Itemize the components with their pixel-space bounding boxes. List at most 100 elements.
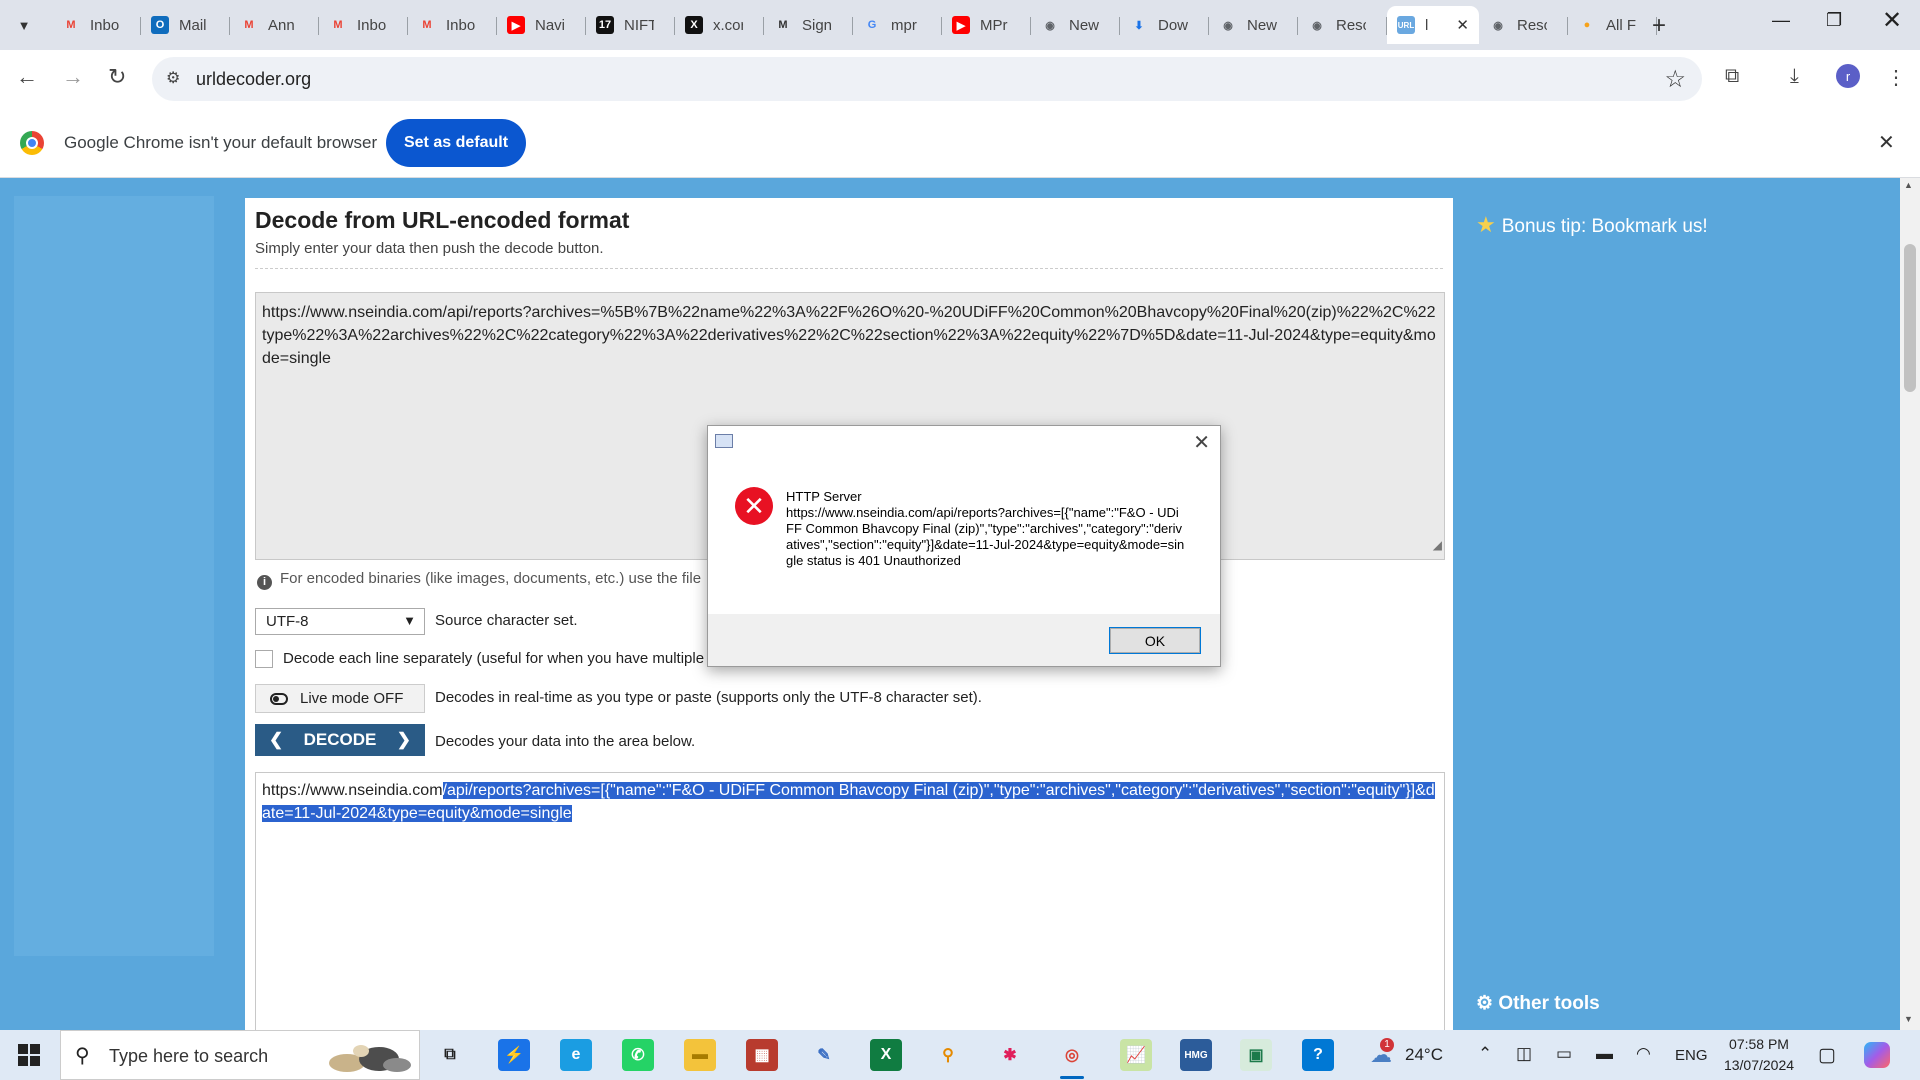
restore-button[interactable]: ❐ xyxy=(1826,10,1842,31)
browser-tab[interactable]: Xx.cor xyxy=(675,6,764,44)
tab-title: Reso xyxy=(1336,16,1366,34)
downloads-icon[interactable]: ⤓ xyxy=(1790,65,1799,88)
set-as-default-button[interactable]: Set as default xyxy=(386,119,526,167)
chevron-up-icon[interactable]: ⌃ xyxy=(1478,1044,1492,1064)
tab-title: Dow xyxy=(1158,16,1188,34)
copilot-icon[interactable] xyxy=(1864,1042,1890,1068)
screen-icon[interactable]: ▭ xyxy=(1556,1044,1572,1064)
task-view-icon[interactable]: ⧉ xyxy=(434,1039,466,1071)
scroll-down-icon[interactable]: ▼ xyxy=(1904,1014,1913,1024)
file-explorer-icon[interactable]: ▬ xyxy=(684,1039,716,1071)
dialog-message: https://www.nseindia.com/api/reports?arc… xyxy=(786,505,1185,568)
minimize-button[interactable]: — xyxy=(1772,10,1790,31)
dialog-close-icon[interactable]: ✕ xyxy=(1193,430,1210,455)
browser-tab[interactable]: ▶ Navi xyxy=(497,6,586,44)
site-info-icon[interactable]: ⚙ xyxy=(166,68,180,88)
browser-tab[interactable]: M Inbo xyxy=(52,6,141,44)
bonus-tip-text: Bonus tip: Bookmark us! xyxy=(1501,216,1708,237)
charset-value: UTF-8 xyxy=(266,613,309,630)
tab-close-icon[interactable]: ✕ xyxy=(1456,16,1469,34)
app-grid-icon[interactable]: ▦ xyxy=(746,1039,778,1071)
arrow-right-icon: → xyxy=(62,64,84,89)
browser-tab[interactable]: ▶ MPr xyxy=(942,6,1031,44)
chrome-icon[interactable]: ◎ xyxy=(1056,1039,1088,1079)
browser-tab[interactable]: M Sign xyxy=(764,6,853,44)
close-window-button[interactable]: ✕ xyxy=(1882,6,1902,35)
browser-tab[interactable]: ◉ Reso xyxy=(1479,6,1568,44)
decode-each-line-checkbox[interactable] xyxy=(255,650,273,668)
x-icon: X xyxy=(685,16,703,34)
resize-grip-icon[interactable]: ◢ xyxy=(1433,534,1442,557)
live-mode-description: Decodes in real-time as you type or past… xyxy=(435,689,982,706)
browser-tab[interactable]: ● All F xyxy=(1568,6,1657,44)
new-tab-button[interactable]: + xyxy=(1652,12,1666,40)
search-app-icon[interactable]: ⚲ xyxy=(932,1039,964,1071)
address-bar[interactable]: ⚙ urldecoder.org ☆ xyxy=(152,57,1702,101)
battery-icon[interactable]: ▬ xyxy=(1596,1044,1613,1064)
browser-tab[interactable]: M Inbo xyxy=(319,6,408,44)
notification-icon[interactable]: ▢ xyxy=(1818,1044,1836,1067)
tab-title: New xyxy=(1069,16,1099,34)
edge-icon[interactable]: e xyxy=(560,1039,592,1071)
infobar-close-icon[interactable]: ✕ xyxy=(1878,130,1895,155)
browser-tab[interactable]: M Inbo xyxy=(408,6,497,44)
weather-temperature[interactable]: 24°C xyxy=(1405,1045,1443,1065)
browser-tab[interactable]: Gmpr xyxy=(853,6,942,44)
divider xyxy=(255,268,1443,269)
download-icon: ⬇ xyxy=(1134,19,1144,32)
ok-button[interactable]: OK xyxy=(1109,627,1201,654)
bonus-tip: ★ Bonus tip: Bookmark us! xyxy=(1476,212,1708,238)
whatsapp-icon[interactable]: ✆ xyxy=(622,1039,654,1071)
reload-button[interactable]: ↻ xyxy=(108,64,126,90)
hmg-icon[interactable]: HMG xyxy=(1180,1039,1212,1071)
excel-icon[interactable]: X xyxy=(870,1039,902,1071)
tab-search-button[interactable]: ▼ xyxy=(10,12,38,38)
window-app-icon[interactable]: ▣ xyxy=(1240,1039,1272,1071)
browser-tab[interactable]: O Mail xyxy=(141,6,230,44)
windows-start-icon[interactable] xyxy=(18,1044,40,1066)
browser-tab[interactable]: ◉ Reso xyxy=(1298,6,1387,44)
profile-avatar[interactable]: r xyxy=(1836,64,1860,88)
app-window-icon xyxy=(715,434,733,448)
page-scrollbar[interactable]: ▲ ▼ xyxy=(1900,178,1920,1030)
extensions-icon[interactable]: ⧉ xyxy=(1725,65,1739,88)
url-text[interactable]: urldecoder.org xyxy=(196,69,311,90)
meet-now-icon[interactable]: ◫ xyxy=(1516,1044,1532,1064)
scroll-up-icon[interactable]: ▲ xyxy=(1904,180,1913,190)
browser-tab[interactable]: ⬇ Dow xyxy=(1120,6,1209,44)
pen-app-icon[interactable]: ✎ xyxy=(808,1039,840,1071)
tab-title: mpr xyxy=(891,16,917,34)
tab-title: Inbo xyxy=(446,16,476,34)
taskbar-search-box[interactable]: ⚲ Type here to search xyxy=(60,1030,420,1080)
help-icon[interactable]: ? xyxy=(1302,1039,1334,1071)
browser-tab[interactable]: URL l ✕ xyxy=(1387,6,1479,44)
tab-title: Inbo xyxy=(357,16,387,34)
scroll-thumb[interactable] xyxy=(1904,244,1916,392)
wifi-icon[interactable]: ◠ xyxy=(1636,1044,1651,1064)
tab-title: All F xyxy=(1606,16,1636,34)
forward-button[interactable]: → xyxy=(62,64,84,90)
more-menu-icon[interactable]: ⋮ xyxy=(1886,65,1906,90)
browser-tab[interactable]: M Ann xyxy=(230,6,319,44)
browser-tab[interactable]: 17 NIFT xyxy=(586,6,675,44)
toggle-icon xyxy=(270,692,288,705)
bookmark-star-icon[interactable]: ☆ xyxy=(1664,65,1686,94)
default-browser-infobar: Google Chrome isn't your default browser… xyxy=(0,108,1920,178)
chart-app-icon[interactable]: 📈 xyxy=(1120,1039,1152,1071)
back-button[interactable]: ← xyxy=(16,64,38,90)
browser-tab[interactable]: ◉ New xyxy=(1209,6,1298,44)
tab-title: Mail xyxy=(179,16,207,34)
clock-date[interactable]: 13/07/2024 xyxy=(1718,1057,1800,1073)
tab-strip: ▼ M Inbo O Mail M Ann M Inbo M Inbo ▶ Navi 17 NIFT Xx.… xyxy=(0,0,1920,50)
language-indicator[interactable]: ENG xyxy=(1675,1047,1708,1064)
browser-tab[interactable]: ◉ New xyxy=(1031,6,1120,44)
power-automate-icon[interactable]: ⚡ xyxy=(498,1039,530,1071)
decode-button[interactable]: ❮ DECODE ❯ xyxy=(255,724,425,756)
tab-title: MPr xyxy=(980,16,1008,34)
live-mode-toggle[interactable]: Live mode OFF xyxy=(255,684,425,713)
clock-time[interactable]: 07:58 PM xyxy=(1726,1036,1792,1052)
decode-each-line-label[interactable]: Decode each line separately (useful for … xyxy=(283,650,704,667)
decoded-output-textarea[interactable]: https://www.nseindia.com/api/reports?arc… xyxy=(255,772,1445,1030)
charset-select[interactable]: UTF-8 ▼ xyxy=(255,608,425,635)
slack-icon[interactable]: ✱ xyxy=(994,1039,1026,1071)
